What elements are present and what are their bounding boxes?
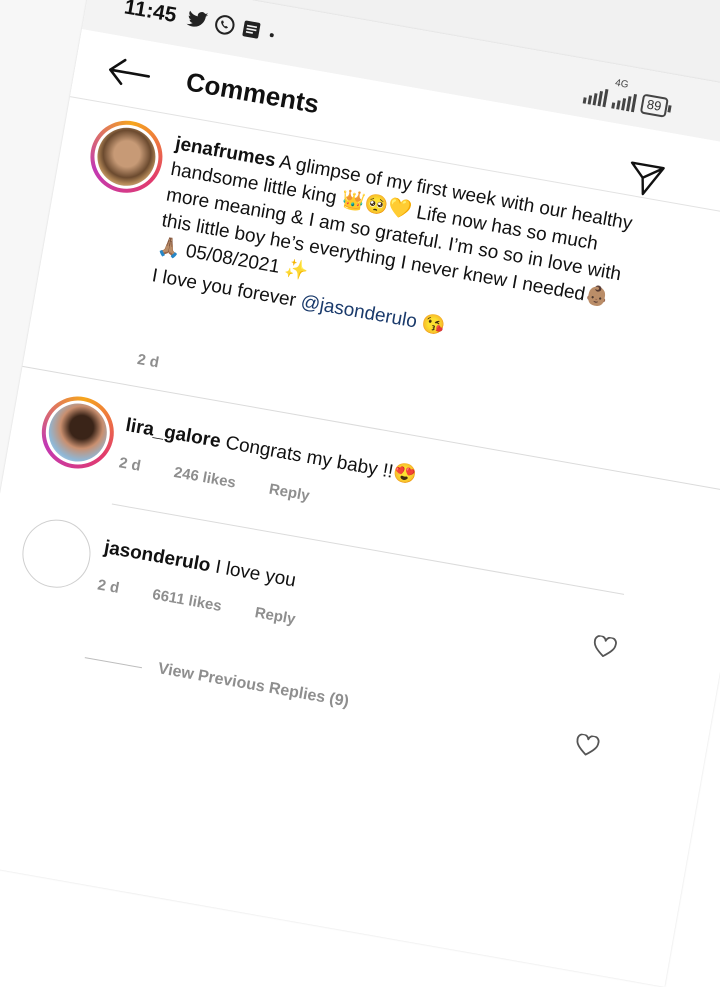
view-previous-replies[interactable]: View Previous Replies (9) [156,660,351,711]
battery-indicator: 89 [639,93,669,118]
avatar-photo [92,123,161,191]
reply-button[interactable]: Reply [254,604,297,628]
comment-age: 2 d [96,576,121,597]
comment-username[interactable]: jasonderulo [102,537,212,576]
reply-button[interactable]: Reply [268,481,311,505]
post-meta: 2 d [136,351,160,372]
notification-dot-icon [266,27,278,39]
status-right: 4G 89 [582,74,670,118]
comment-likes[interactable]: 6611 likes [151,586,223,615]
avatar-photo [44,398,112,467]
phone-screen: 11:45 4G 89 Comments jenafrumes A glimps… [0,0,720,987]
twitter-icon [184,9,209,31]
heart-icon[interactable] [573,733,601,764]
comment-likes[interactable]: 246 likes [173,464,238,492]
heart-icon[interactable] [590,634,618,665]
signal-icon-2 [610,88,637,113]
comment-avatar-lira[interactable] [36,390,120,475]
back-arrow-icon[interactable] [104,54,153,96]
mention-link[interactable]: @jasonderulo [299,291,418,332]
caption-line2-suffix: 😘 [414,311,448,338]
page-title: Comments [183,66,322,120]
comment-text: I love you [213,556,298,592]
send-icon[interactable] [623,158,668,205]
post-age: 2 d [135,350,161,372]
post-author-avatar[interactable] [84,115,169,199]
whatsapp-icon [212,12,237,37]
comment-avatar-jasonderulo[interactable] [17,514,96,594]
signal-icon [582,83,608,108]
comment-username[interactable]: lira_galore [124,415,222,452]
status-time: 11:45 [122,0,179,28]
view-previous-line [84,657,143,669]
comment-age: 2 d [117,454,143,475]
message-icon [239,18,262,41]
